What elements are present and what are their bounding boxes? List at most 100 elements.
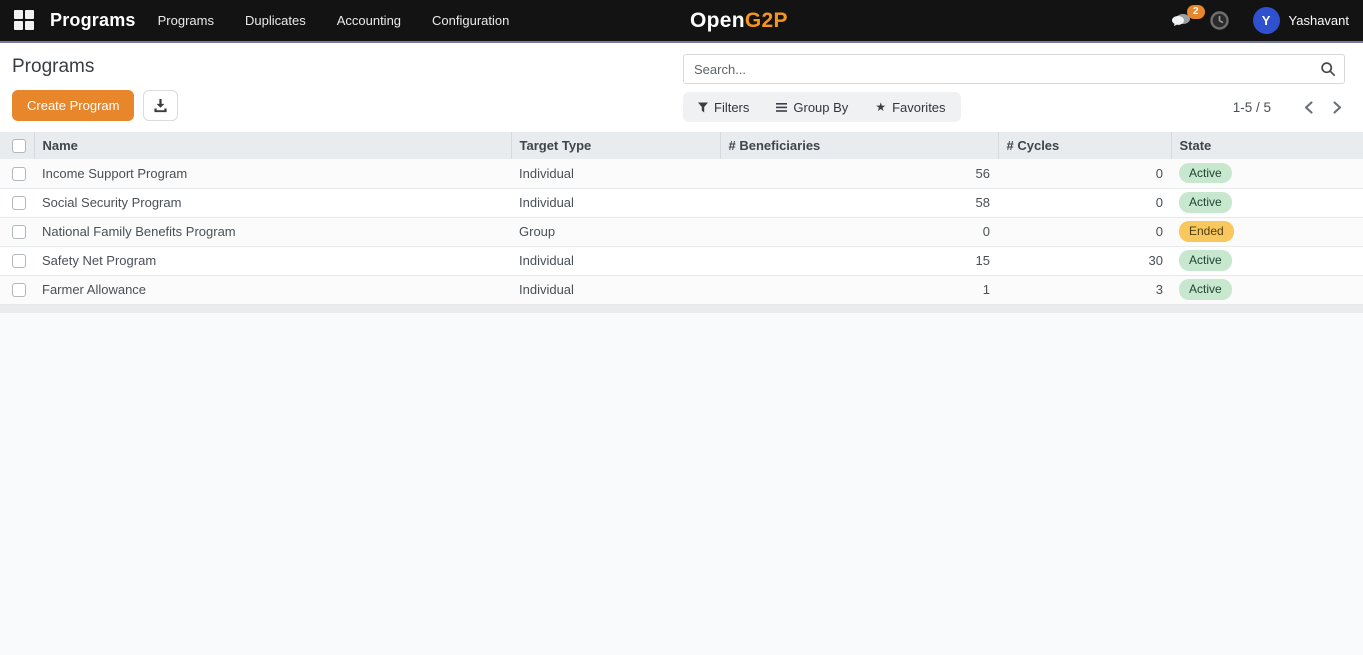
cell-state[interactable]: Active bbox=[1171, 246, 1363, 275]
search-input[interactable] bbox=[683, 54, 1345, 84]
cell-target-type[interactable]: Individual bbox=[511, 246, 720, 275]
status-badge: Active bbox=[1179, 250, 1232, 270]
action-buttons: Create Program bbox=[12, 90, 683, 121]
filters-button[interactable]: Filters bbox=[698, 100, 749, 115]
status-badge: Active bbox=[1179, 192, 1232, 212]
select-all-header-cell bbox=[0, 132, 34, 159]
user-name: Yashavant bbox=[1289, 13, 1349, 28]
row-checkbox[interactable] bbox=[12, 196, 26, 210]
row-select-cell bbox=[0, 275, 34, 304]
table-row[interactable]: Social Security Program Individual 58 0 … bbox=[0, 188, 1363, 217]
search-box bbox=[683, 54, 1345, 84]
status-badge: Active bbox=[1179, 163, 1232, 183]
row-checkbox[interactable] bbox=[12, 225, 26, 239]
openg2p-logo: OpenG2P bbox=[690, 9, 788, 33]
table-row[interactable]: Safety Net Program Individual 15 30 Acti… bbox=[0, 246, 1363, 275]
cell-cycles[interactable]: 3 bbox=[998, 275, 1171, 304]
pager-range[interactable]: 1-5 / 5 bbox=[1233, 100, 1271, 115]
row-checkbox[interactable] bbox=[12, 167, 26, 181]
pager-previous-button[interactable] bbox=[1301, 99, 1316, 116]
download-icon bbox=[153, 98, 168, 113]
apps-grid-square bbox=[14, 10, 23, 19]
navbar-right: 2 Y Yashavant bbox=[1170, 7, 1349, 34]
pager-next-button[interactable] bbox=[1330, 99, 1345, 116]
cell-name[interactable]: National Family Benefits Program bbox=[34, 217, 511, 246]
apps-grid-square bbox=[25, 10, 34, 19]
column-header-name[interactable]: Name bbox=[34, 132, 511, 159]
row-select-cell bbox=[0, 188, 34, 217]
apps-grid-square bbox=[14, 21, 23, 30]
breadcrumb-page-title: Programs bbox=[12, 56, 683, 78]
cell-beneficiaries[interactable]: 0 bbox=[720, 217, 998, 246]
status-badge: Active bbox=[1179, 279, 1232, 299]
table-row[interactable]: Income Support Program Individual 56 0 A… bbox=[0, 159, 1363, 188]
logo-text-open: Open bbox=[690, 9, 745, 32]
app-title: Programs bbox=[50, 10, 136, 31]
user-menu[interactable]: Y Yashavant bbox=[1253, 7, 1349, 34]
column-header-beneficiaries[interactable]: # Beneficiaries bbox=[720, 132, 998, 159]
cell-cycles[interactable]: 0 bbox=[998, 188, 1171, 217]
chevron-left-icon bbox=[1303, 101, 1314, 114]
row-checkbox[interactable] bbox=[12, 254, 26, 268]
cell-name[interactable]: Social Security Program bbox=[34, 188, 511, 217]
table-row[interactable]: Farmer Allowance Individual 1 3 Active bbox=[0, 275, 1363, 304]
filter-funnel-icon bbox=[698, 102, 708, 113]
cell-state[interactable]: Active bbox=[1171, 275, 1363, 304]
control-panel-left: Programs Create Program bbox=[0, 43, 683, 132]
cell-target-type[interactable]: Individual bbox=[511, 188, 720, 217]
search-tools-row: Filters Group By ★ Favorites 1-5 / 5 bbox=[683, 92, 1345, 122]
menu-item-accounting[interactable]: Accounting bbox=[337, 13, 401, 28]
menu-item-configuration[interactable]: Configuration bbox=[432, 13, 509, 28]
column-header-state[interactable]: State bbox=[1171, 132, 1363, 159]
table-row[interactable]: National Family Benefits Program Group 0… bbox=[0, 217, 1363, 246]
cell-beneficiaries[interactable]: 15 bbox=[720, 246, 998, 275]
activities-clock-icon[interactable] bbox=[1209, 10, 1230, 31]
control-panel: Programs Create Program bbox=[0, 43, 1363, 132]
cell-cycles[interactable]: 0 bbox=[998, 217, 1171, 246]
cell-target-type[interactable]: Group bbox=[511, 217, 720, 246]
cell-state[interactable]: Active bbox=[1171, 188, 1363, 217]
export-button[interactable] bbox=[143, 90, 178, 121]
select-all-checkbox[interactable] bbox=[12, 139, 26, 153]
cell-name[interactable]: Safety Net Program bbox=[34, 246, 511, 275]
clock-icon bbox=[1209, 10, 1230, 31]
row-select-cell bbox=[0, 217, 34, 246]
cell-name[interactable]: Income Support Program bbox=[34, 159, 511, 188]
cell-beneficiaries[interactable]: 56 bbox=[720, 159, 998, 188]
cell-cycles[interactable]: 0 bbox=[998, 159, 1171, 188]
pager: 1-5 / 5 bbox=[1233, 99, 1345, 116]
row-select-cell bbox=[0, 159, 34, 188]
row-select-cell bbox=[0, 246, 34, 275]
cell-target-type[interactable]: Individual bbox=[511, 275, 720, 304]
messages-icon[interactable]: 2 bbox=[1170, 11, 1194, 31]
main-menu: Programs Duplicates Accounting Configura… bbox=[158, 13, 510, 28]
favorites-button[interactable]: ★ Favorites bbox=[875, 100, 945, 115]
column-header-cycles[interactable]: # Cycles bbox=[998, 132, 1171, 159]
cell-beneficiaries[interactable]: 1 bbox=[720, 275, 998, 304]
cell-target-type[interactable]: Individual bbox=[511, 159, 720, 188]
menu-item-programs[interactable]: Programs bbox=[158, 13, 214, 28]
group-by-button[interactable]: Group By bbox=[776, 100, 848, 115]
star-icon: ★ bbox=[875, 101, 886, 113]
cell-cycles[interactable]: 30 bbox=[998, 246, 1171, 275]
logo-text-g2p: G2P bbox=[745, 9, 788, 32]
menu-item-duplicates[interactable]: Duplicates bbox=[245, 13, 306, 28]
apps-grid-icon[interactable] bbox=[14, 10, 35, 31]
row-checkbox[interactable] bbox=[12, 283, 26, 297]
cell-name[interactable]: Farmer Allowance bbox=[34, 275, 511, 304]
cell-state[interactable]: Active bbox=[1171, 159, 1363, 188]
group-by-label: Group By bbox=[793, 100, 848, 115]
programs-list-table: Name Target Type # Beneficiaries # Cycle… bbox=[0, 132, 1363, 305]
create-program-button[interactable]: Create Program bbox=[12, 90, 134, 121]
column-header-target-type[interactable]: Target Type bbox=[511, 132, 720, 159]
avatar: Y bbox=[1253, 7, 1280, 34]
table-end-divider bbox=[0, 305, 1363, 313]
favorites-label: Favorites bbox=[892, 100, 945, 115]
status-badge: Ended bbox=[1179, 221, 1234, 241]
control-panel-right: Filters Group By ★ Favorites 1-5 / 5 bbox=[683, 43, 1363, 132]
chevron-right-icon bbox=[1332, 101, 1343, 114]
table-header-row: Name Target Type # Beneficiaries # Cycle… bbox=[0, 132, 1363, 159]
search-icon[interactable] bbox=[1320, 61, 1336, 82]
cell-beneficiaries[interactable]: 58 bbox=[720, 188, 998, 217]
cell-state[interactable]: Ended bbox=[1171, 217, 1363, 246]
